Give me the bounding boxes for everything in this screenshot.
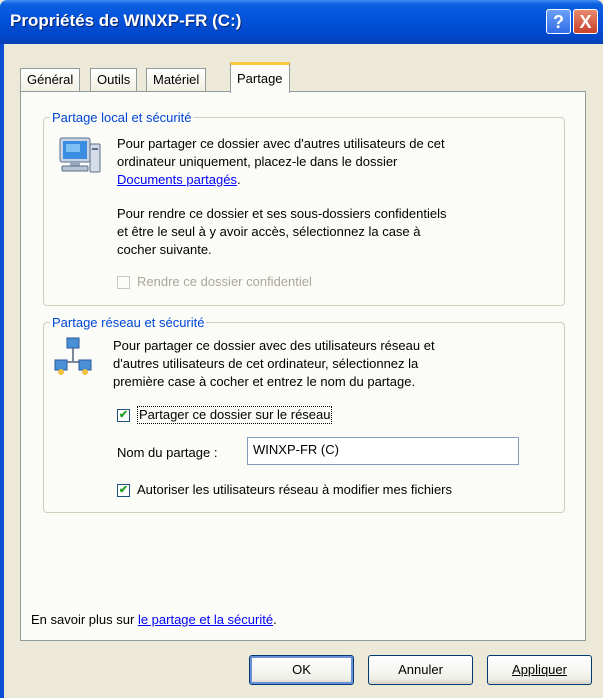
cancel-button[interactable]: Annuler [368,655,473,685]
learn-more-prefix: En savoir plus sur [31,612,138,627]
network-sharing-text-line2: d'autres utilisateurs de cet ordinateur,… [113,356,419,371]
network-sharing-text-line1: Pour partager ce dossier avec des utilis… [113,338,435,353]
tab-hardware[interactable]: Matériel [146,68,207,92]
share-name-input[interactable]: WINXP-FR (C) [247,437,519,465]
local-sharing-text-line2: ordinateur uniquement, placez-le dans le… [117,154,398,169]
close-button[interactable]: X [573,9,598,34]
private-folder-checkbox[interactable] [117,276,130,289]
local-sharing-legend: Partage local et sécurité [52,110,192,125]
private-text-line1: Pour rendre ce dossier et ses sous-dossi… [117,206,447,221]
private-text-line3: cocher suivante. [117,242,212,257]
ok-button[interactable]: OK [249,655,354,685]
local-sharing-text-line1: Pour partager ce dossier avec d'autres u… [117,136,445,151]
computer-icon [59,137,101,173]
shared-documents-link[interactable]: Documents partagés [117,172,237,187]
help-button[interactable]: ? [546,9,571,34]
window-title: Propriétés de WINXP-FR (C:) [10,11,242,30]
allow-modify-checkbox[interactable]: ✔ [117,484,130,497]
title-bar[interactable]: Propriétés de WINXP-FR (C:) ? X [0,0,603,44]
window-border [0,44,4,698]
properties-dialog: Propriétés de WINXP-FR (C:) ? X Général … [0,0,603,698]
share-folder-checkbox[interactable]: ✔ [117,409,130,422]
network-icon [54,337,92,375]
apply-button[interactable]: Appliquer [487,655,592,685]
private-folder-label: Rendre ce dossier confidentiel [137,274,312,289]
network-sharing-text-line3: première case à cocher et entrez le nom … [113,374,416,389]
share-name-label: Nom du partage : [117,445,218,460]
allow-modify-label: Autoriser les utilisateurs réseau à modi… [137,482,453,497]
network-sharing-legend: Partage réseau et sécurité [52,315,205,330]
tab-panel-sharing: Partage local et sécurité Pour partager … [20,91,586,641]
tab-general[interactable]: Général [20,68,81,92]
local-sharing-text-line3: Documents partagés. [117,171,241,189]
tab-sharing[interactable]: Partage [230,62,290,93]
learn-more-text: En savoir plus sur le partage et la sécu… [31,611,277,629]
local-sharing-period: . [236,172,241,187]
learn-more-suffix: . [273,612,277,627]
sharing-security-link[interactable]: le partage et la sécurité [138,612,273,627]
share-folder-label: Partager ce dossier sur le réseau [137,406,333,424]
tab-tools[interactable]: Outils [90,68,138,92]
private-text-line2: et être le seul à y avoir accès, sélecti… [117,224,421,239]
